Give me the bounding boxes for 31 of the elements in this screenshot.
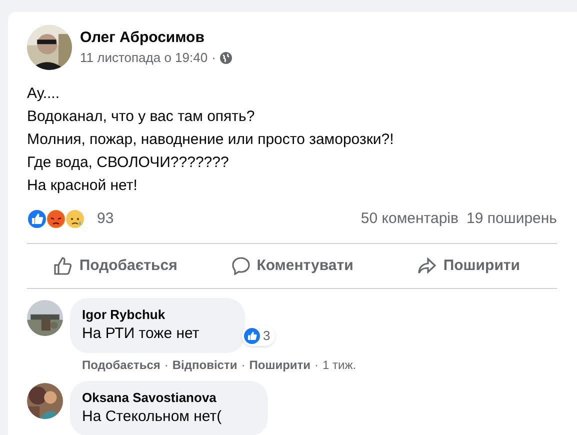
comment-link[interactable]: Відповісти <box>172 357 238 373</box>
post-text-line: Водоканал, что у вас там опять? <box>27 107 255 127</box>
comment-button[interactable]: Коментувати <box>204 248 380 284</box>
post-text-line: Ау.... <box>27 84 60 104</box>
author-name[interactable]: Олег Абросимов <box>80 28 232 48</box>
thumbs-up-icon <box>53 256 74 276</box>
comments-count[interactable]: 50 коментарів <box>360 208 458 230</box>
share-button[interactable]: Поширити <box>380 248 558 284</box>
speech-bubble-icon <box>230 256 251 276</box>
like-badge[interactable]: 3 <box>242 326 276 346</box>
separator-dot: · <box>212 48 216 66</box>
globe-icon <box>220 52 232 64</box>
comment-text: На Стекольном нет( <box>82 407 223 427</box>
reaction-count[interactable]: 93 <box>97 208 114 230</box>
thumbs-up-icon <box>244 328 260 344</box>
comment-link[interactable]: Подобається <box>82 357 160 373</box>
share-arrow-icon <box>417 256 438 276</box>
shares-count[interactable]: 19 поширень <box>466 208 557 230</box>
comment-time[interactable]: 1 тиж. <box>322 357 356 373</box>
like-button[interactable]: Подобається <box>27 248 204 284</box>
separator-dot: · <box>314 357 319 373</box>
commenter-name[interactable]: Oksana Savostianova <box>82 389 216 406</box>
separator-dot: · <box>241 357 246 373</box>
post-timestamp[interactable]: 11 листопада о 19:40 <box>80 48 208 68</box>
comment-text: На РТИ тоже нет <box>82 324 200 344</box>
separator-dot: · <box>164 357 168 373</box>
post-text-line: На красной нет! <box>27 176 138 196</box>
post-text-line: Молния, пожар, наводнение или просто заморозки?! <box>27 130 394 150</box>
commenter-name[interactable]: Igor Rybchuk <box>82 306 166 323</box>
post-text-line: Где вода, СВОЛОЧИ??????? <box>27 153 229 173</box>
comment-link[interactable]: Поширити <box>249 357 311 373</box>
